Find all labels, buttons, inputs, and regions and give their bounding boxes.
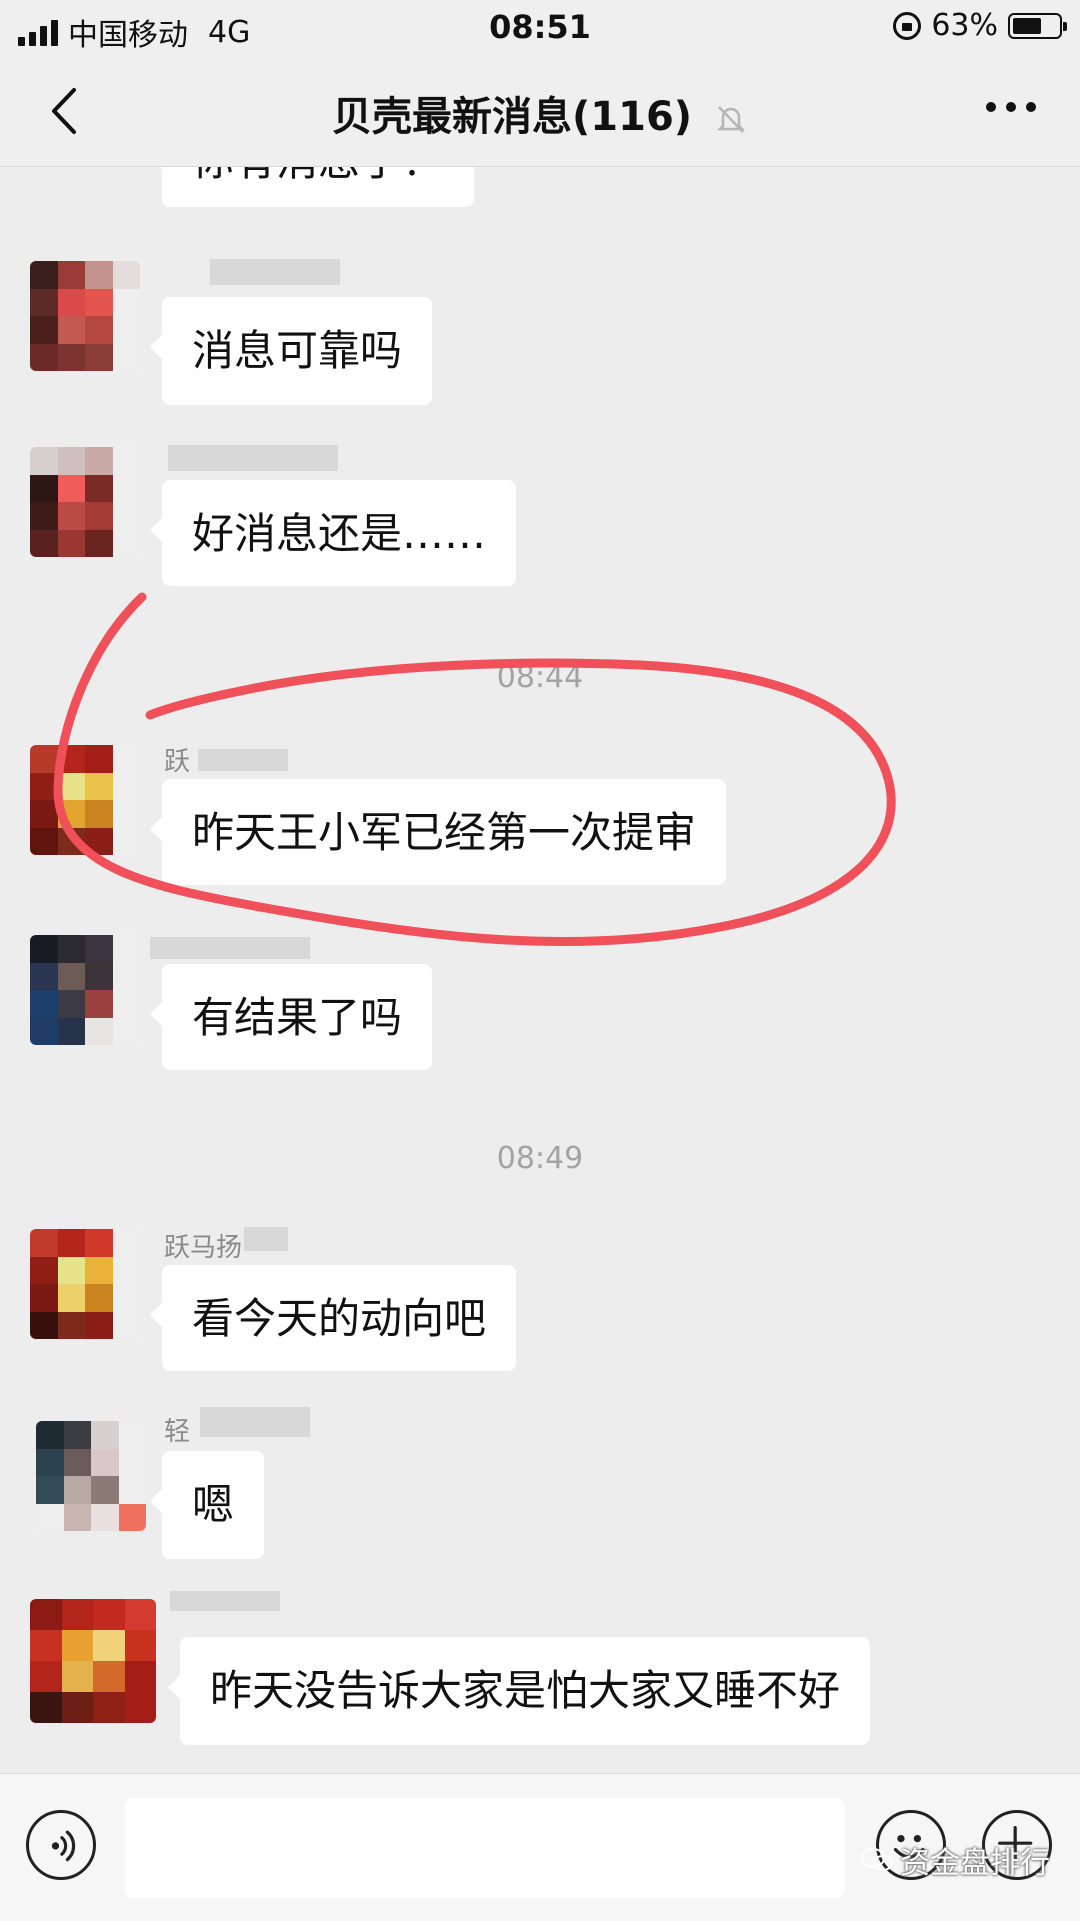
bell-off-icon [716, 106, 746, 133]
message-bubble[interactable]: 好消息还是…… [149, 480, 517, 586]
avatar[interactable] [30, 745, 140, 855]
chat-area[interactable]: 你有消息了？ 消息可靠吗 好消息还是…… 08:44 跃 昨天王小军已经第一次提… [0, 167, 1080, 1773]
avatar[interactable] [30, 1599, 156, 1723]
status-right: 63% [893, 8, 1067, 43]
avatar[interactable] [30, 1229, 140, 1339]
battery-icon [1008, 12, 1067, 39]
message-bubble[interactable]: 消息可靠吗 [149, 297, 433, 405]
sender-name-blurred [150, 937, 310, 959]
chat-title-wrap: 贝壳最新消息(116) [0, 84, 1080, 142]
watermark-text: 资金盘排行 [900, 1846, 1050, 1881]
rotation-lock-icon [893, 11, 922, 40]
message-input[interactable] [125, 1798, 845, 1898]
sender-name-blurred [198, 749, 288, 771]
sender-name-blurred [168, 445, 338, 471]
wechat-logo-icon [861, 1848, 893, 1871]
status-bar: 中国移动 4G 08:51 63% [0, 0, 1080, 56]
more-dots-icon[interactable] [986, 102, 1036, 112]
message-bubble[interactable]: 你有消息了？ [149, 167, 475, 207]
sender-name-blurred [200, 1407, 310, 1437]
avatar[interactable] [30, 935, 140, 1045]
avatar[interactable] [30, 447, 140, 557]
message-bubble[interactable]: 有结果了吗 [149, 964, 433, 1070]
sender-name-blurred [244, 1227, 288, 1251]
sender-name: 跃马扬 [164, 1233, 243, 1263]
avatar[interactable] [36, 1421, 146, 1531]
message-bubble[interactable]: 昨天没告诉大家是怕大家又睡不好 [167, 1637, 871, 1745]
nav-bar: 贝壳最新消息(116) [0, 56, 1080, 167]
sender-name: 跃 [164, 747, 191, 777]
timestamp: 08:44 [496, 660, 584, 695]
voice-icon[interactable] [26, 1810, 96, 1880]
message-bubble[interactable]: 看今天的动向吧 [149, 1265, 517, 1371]
sender-name-blurred [170, 1591, 280, 1611]
chat-title: 贝壳最新消息(116) [332, 94, 693, 140]
message-bubble[interactable]: 嗯 [149, 1451, 265, 1559]
avatar[interactable] [30, 261, 140, 371]
sender-name: 轻 [164, 1417, 191, 1447]
sender-name-blurred [210, 259, 340, 285]
message-bubble[interactable]: 昨天王小军已经第一次提审 [149, 779, 727, 885]
battery-fill [1013, 17, 1041, 34]
timestamp: 08:49 [496, 1141, 584, 1176]
watermark: 资金盘排行 [860, 1838, 1050, 1882]
battery-percent: 63% [931, 8, 998, 43]
